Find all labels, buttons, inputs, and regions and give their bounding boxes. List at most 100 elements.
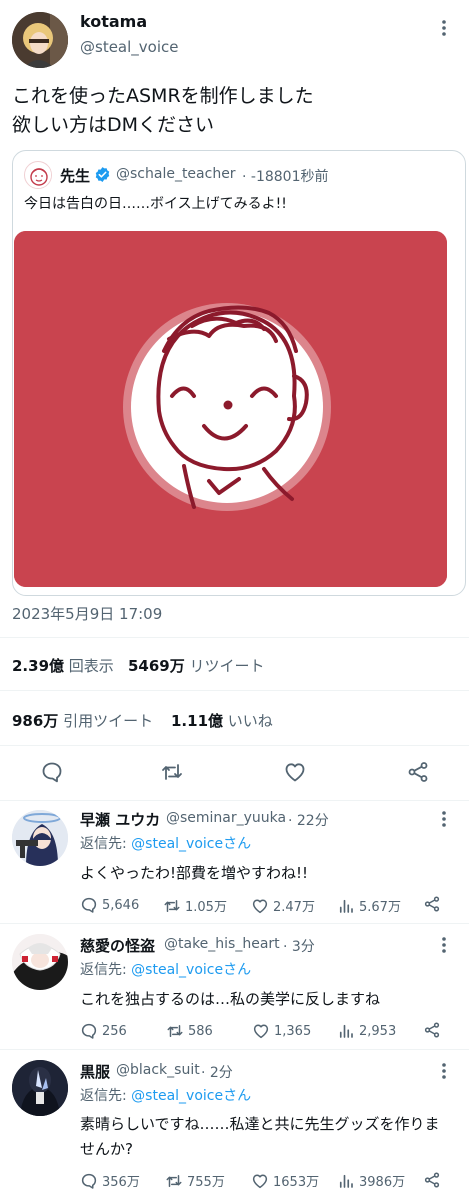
avatar[interactable] — [12, 934, 68, 990]
views-count: 3986万 — [359, 1175, 406, 1190]
retweet-icon — [166, 1174, 182, 1187]
quotes-count[interactable]: 986万 引用ツイート — [12, 710, 153, 731]
retweet-icon — [164, 899, 180, 912]
share-button[interactable] — [406, 760, 430, 784]
retweet-count: 1.05万 — [185, 900, 227, 915]
author-handle[interactable]: @steal_voice — [80, 38, 178, 56]
reply-author-name[interactable]: 早瀬 ユウカ — [80, 809, 160, 830]
replying-to-link[interactable]: @steal_voiceさん — [131, 1088, 251, 1104]
reply-text-line2: せんか? — [80, 1140, 133, 1158]
comment-count: 5,646 — [102, 897, 140, 913]
quotes-value: 986万 — [12, 712, 59, 730]
reply-time[interactable]: · 3分 — [283, 936, 315, 956]
comment-count: 356万 — [102, 1175, 140, 1190]
reply-button[interactable] — [40, 760, 64, 784]
like-count: 1,365 — [274, 1023, 312, 1039]
retweets-count[interactable]: 5469万 リツイート — [128, 655, 265, 676]
avatar[interactable] — [12, 810, 68, 866]
views-count: 2,953 — [359, 1023, 397, 1039]
tweet-timestamp[interactable]: 2023年5月9日 17:09 — [12, 603, 162, 624]
quoted-avatar[interactable] — [24, 161, 52, 189]
reply-retweet-button[interactable]: 755万 — [165, 1171, 225, 1190]
replying-to: 返信先: @steal_voiceさん — [80, 833, 251, 853]
reply-like-button[interactable]: 1,365 — [252, 1022, 311, 1040]
views-icon — [339, 1174, 353, 1188]
like-count: 2.47万 — [273, 900, 315, 915]
views-icon — [339, 1024, 353, 1038]
reply-retweet-button[interactable]: 1.05万 — [163, 896, 227, 915]
likes-count[interactable]: 1.11億 いいね — [171, 710, 273, 731]
likes-value: 1.11億 — [171, 712, 224, 730]
reply-time[interactable]: · 22分 — [288, 810, 329, 830]
retweets-label: リツイート — [189, 657, 265, 675]
comment-count: 256 — [102, 1023, 127, 1039]
reply-time[interactable]: · 2分 — [201, 1062, 233, 1082]
reply-views-button[interactable]: 2,953 — [337, 1022, 396, 1040]
views-count[interactable]: 2.39億 回表示 — [12, 655, 114, 676]
quotes-label: 引用ツイート — [63, 712, 154, 730]
more-options-icon[interactable] — [434, 18, 454, 38]
divider — [0, 690, 469, 691]
divider — [0, 637, 469, 638]
more-options-icon[interactable] — [434, 935, 454, 955]
quoted-time: · -18801秒前 — [242, 169, 329, 185]
replying-to-link[interactable]: @steal_voiceさん — [131, 962, 251, 978]
reply-author-handle[interactable]: @black_suit — [116, 1062, 200, 1078]
replying-to-link[interactable]: @steal_voiceさん — [131, 836, 251, 852]
reply-views-button[interactable]: 3986万 — [337, 1171, 405, 1190]
quoted-media-image[interactable] — [14, 231, 447, 587]
views-icon — [339, 899, 353, 913]
share-icon[interactable] — [423, 1171, 441, 1189]
reply-like-button[interactable]: 2.47万 — [251, 896, 315, 915]
retweet-count: 586 — [188, 1023, 213, 1039]
reply-like-button[interactable]: 1653万 — [251, 1171, 319, 1190]
reply-retweet-button[interactable]: 586 — [166, 1022, 213, 1040]
replying-to-label: 返信先: — [80, 836, 132, 852]
heart-icon — [285, 763, 305, 782]
divider — [0, 800, 469, 801]
comment-icon — [81, 1173, 97, 1189]
reply-text: よくやったわ!部費を増やすわね!! — [80, 864, 309, 882]
views-label: 回表示 — [68, 657, 114, 675]
quoted-text: 今日は告白の日……ボイス上げてみるよ!! — [24, 196, 287, 212]
reply-comment-button[interactable]: 356万 — [80, 1171, 140, 1190]
views-value: 2.39億 — [12, 657, 65, 675]
avatar[interactable] — [12, 1060, 68, 1116]
replying-to-label: 返信先: — [80, 962, 132, 978]
heart-icon — [252, 1173, 268, 1188]
quoted-author-name[interactable]: 先生 — [60, 165, 90, 186]
comment-icon — [42, 762, 62, 783]
author-name[interactable]: kotama — [80, 12, 147, 31]
more-options-icon[interactable] — [434, 809, 454, 829]
divider — [0, 1049, 469, 1050]
reply-comment-button[interactable]: 5,646 — [80, 896, 139, 914]
quoted-author-handle[interactable]: @schale_teacher — [116, 166, 236, 182]
more-options-icon[interactable] — [434, 1061, 454, 1081]
like-button[interactable] — [283, 760, 307, 784]
like-count: 1653万 — [273, 1175, 320, 1190]
likes-label: いいね — [227, 712, 273, 730]
retweet-button[interactable] — [160, 760, 184, 784]
reply-author-name[interactable]: 黒服 — [80, 1061, 110, 1082]
share-icon[interactable] — [423, 895, 441, 913]
reply-views-button[interactable]: 5.67万 — [337, 896, 401, 915]
avatar[interactable] — [12, 12, 68, 68]
reply-author-handle[interactable]: @take_his_heart — [164, 936, 280, 952]
retweet-count: 755万 — [187, 1175, 225, 1190]
heart-icon — [253, 1024, 269, 1039]
reply-author-name[interactable]: 慈愛の怪盗 — [80, 935, 155, 956]
reply-text-line1: 素晴らしいですね……私達と共に先生グッズを作りま — [80, 1115, 440, 1133]
replying-to: 返信先: @steal_voiceさん — [80, 1085, 251, 1105]
retweet-icon — [162, 764, 182, 780]
share-icon — [408, 762, 428, 782]
divider — [0, 745, 469, 746]
share-icon[interactable] — [423, 1021, 441, 1039]
verified-badge-icon — [94, 166, 111, 183]
replying-to-label: 返信先: — [80, 1088, 132, 1104]
tweet-text-line1: これを使ったASMRを制作しました — [12, 85, 314, 107]
divider — [0, 923, 469, 924]
reply-author-handle[interactable]: @seminar_yuuka — [166, 810, 286, 826]
reply-comment-button[interactable]: 256 — [80, 1022, 127, 1040]
tweet-text-line2: 欲しい方はDMください — [12, 114, 215, 136]
replying-to: 返信先: @steal_voiceさん — [80, 959, 251, 979]
